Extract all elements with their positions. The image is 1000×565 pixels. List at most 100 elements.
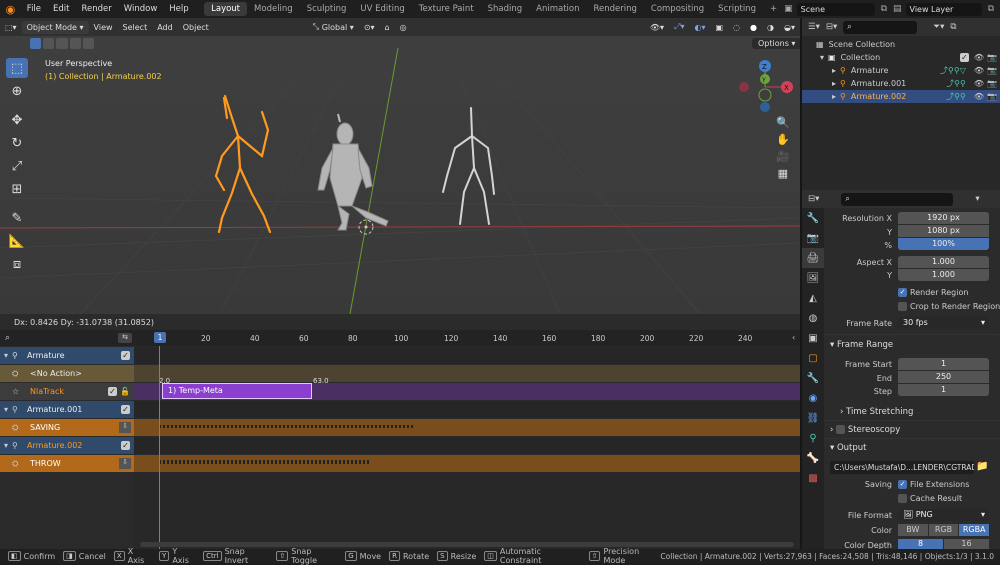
- texture-tab-icon[interactable]: ▩: [802, 468, 824, 488]
- output-panel-header[interactable]: ▾ Output: [830, 443, 867, 453]
- nla-track-nlatrack[interactable]: ☆ NlaTrack ✓ 🔓: [0, 383, 134, 400]
- world-tab-icon[interactable]: ◍: [802, 308, 824, 328]
- aspect-y-field[interactable]: 1.000: [898, 269, 989, 281]
- frame-step-field[interactable]: 1: [898, 384, 989, 396]
- menu-render[interactable]: Render: [76, 4, 118, 14]
- expand-arrow-icon[interactable]: ▾: [0, 405, 12, 414]
- nla-track-saving[interactable]: ⛭ SAVING ⇩: [0, 419, 134, 436]
- zoom-icon[interactable]: 🔍: [776, 116, 790, 129]
- crop-region-checkbox[interactable]: [898, 302, 907, 311]
- blender-logo-icon[interactable]: ◉: [0, 3, 21, 16]
- push-down-icon[interactable]: ⇩: [119, 458, 131, 469]
- expand-arrow-icon[interactable]: ▾: [0, 351, 12, 360]
- tab-sculpting[interactable]: Sculpting: [300, 2, 354, 16]
- overlays-toggle-icon[interactable]: ◐▾: [689, 21, 710, 34]
- color-bw-option[interactable]: BW: [898, 524, 928, 536]
- file-format-dropdown[interactable]: 🖼 PNG ▾: [898, 509, 989, 521]
- xray-toggle-icon[interactable]: ▣: [710, 21, 728, 34]
- color-rgba-option[interactable]: RGBA: [959, 524, 990, 536]
- expand-arrow-icon[interactable]: ▾: [0, 441, 12, 450]
- nla-strip-temp-meta[interactable]: 1) Temp-Meta: [162, 383, 312, 399]
- outliner-item-armature-002[interactable]: ▸ ⚲ Armature.002 ⤴⚲⚲ 👁 📷: [802, 90, 1000, 103]
- filter-toggle-icon[interactable]: ⇆: [118, 333, 132, 343]
- select-invert-icon[interactable]: [69, 38, 81, 49]
- outliner[interactable]: ☰▾ ⊟▾ ⌕ ⏷▾ ⧉ ▦ Scene Collection ▾ ▣ Coll…: [802, 18, 1000, 190]
- 3d-viewport[interactable]: [0, 18, 800, 314]
- select-intersect-icon[interactable]: [82, 38, 95, 49]
- color-depth-8-option[interactable]: 8: [898, 539, 943, 549]
- rotate-tool-icon[interactable]: ↻: [6, 133, 28, 153]
- resolution-y-field[interactable]: 1080 px: [898, 225, 989, 237]
- options-dropdown[interactable]: Options ▾: [752, 38, 802, 49]
- menu-file[interactable]: File: [21, 4, 47, 14]
- current-frame-indicator[interactable]: 1: [154, 332, 166, 343]
- display-mode-icon[interactable]: ⊟▾: [826, 22, 837, 32]
- outliner-scene-collection[interactable]: ▦ Scene Collection: [802, 38, 1000, 51]
- constraints-tab-icon[interactable]: ⛓: [802, 408, 824, 428]
- select-subtract-icon[interactable]: [56, 38, 68, 49]
- viewport-menu-view[interactable]: View: [89, 21, 118, 34]
- shading-rendered-icon[interactable]: ◒▾: [779, 21, 800, 34]
- expand-arrow-icon[interactable]: ▸: [832, 66, 836, 75]
- stereoscopy-panel-header[interactable]: › Stereoscopy: [830, 425, 900, 435]
- tab-texture-paint[interactable]: Texture Paint: [412, 2, 481, 16]
- shading-wireframe-icon[interactable]: ◌: [728, 21, 745, 34]
- view-layer-options-icon[interactable]: ⧉: [988, 4, 994, 14]
- pivot-point-icon[interactable]: ⊙▾: [359, 21, 380, 34]
- tab-animation[interactable]: Animation: [529, 2, 586, 16]
- cache-result-checkbox[interactable]: [898, 494, 907, 503]
- properties-editor-icon[interactable]: ⊟▾: [808, 194, 819, 204]
- tab-shading[interactable]: Shading: [481, 2, 530, 16]
- eye-icon[interactable]: 👁: [974, 92, 984, 101]
- nla-lane[interactable]: [134, 401, 800, 418]
- output-path-field[interactable]: C:\Users\Mustafa\D...LENDER\CGTRADE\: [830, 461, 974, 474]
- outliner-item-armature[interactable]: ▸ ⚲ Armature ⤴⚲⚲▽ 👁 📷: [802, 64, 1000, 77]
- filter-icon[interactable]: ⏷▾: [933, 22, 944, 32]
- tab-rendering[interactable]: Rendering: [586, 2, 643, 16]
- outliner-editor-icon[interactable]: ☰▾: [808, 22, 820, 32]
- nla-track-armature-001[interactable]: ▾ ⚲ Armature.001 ✓: [0, 401, 134, 418]
- scene-selector[interactable]: Scene: [796, 2, 875, 16]
- folder-icon[interactable]: 📁: [976, 461, 988, 472]
- collection-exclude-checkbox[interactable]: ✓: [959, 53, 969, 62]
- scene-tab-icon[interactable]: ◭: [802, 288, 824, 308]
- eye-icon[interactable]: 👁: [974, 66, 984, 75]
- mode-selector[interactable]: Object Mode ▾: [21, 20, 89, 34]
- visibility-icon[interactable]: 👁▾: [645, 21, 669, 34]
- object-tab-icon[interactable]: ▢: [802, 348, 824, 368]
- camera-icon[interactable]: 📷: [987, 79, 997, 88]
- navigation-gizmo[interactable]: Z X Y: [735, 55, 797, 115]
- ortho-grid-icon[interactable]: ▦: [776, 167, 790, 180]
- pan-hand-icon[interactable]: ✋: [776, 133, 790, 146]
- frame-rate-dropdown[interactable]: 30 fps ▾: [898, 317, 989, 329]
- select-new-icon[interactable]: [30, 38, 42, 49]
- view-layer-icon[interactable]: ▤: [893, 4, 902, 14]
- collapse-region-icon[interactable]: ‹: [792, 333, 795, 342]
- add-cube-tool-icon[interactable]: ⧈: [6, 254, 28, 274]
- tool-tab-icon[interactable]: 🔧: [802, 208, 824, 228]
- track-enable-checkbox[interactable]: ✓: [121, 405, 130, 414]
- add-workspace-button[interactable]: +: [763, 2, 784, 16]
- tab-compositing[interactable]: Compositing: [644, 2, 711, 16]
- frame-end-field[interactable]: 250: [898, 371, 989, 383]
- proportional-edit-icon[interactable]: ◎: [395, 21, 412, 34]
- physics-tab-icon[interactable]: ◉: [802, 388, 824, 408]
- move-tool-icon[interactable]: ✥: [6, 110, 28, 130]
- frame-range-panel-header[interactable]: ▾ Frame Range: [830, 340, 893, 350]
- camera-icon[interactable]: 📷: [987, 92, 997, 101]
- nla-lane[interactable]: [134, 365, 800, 382]
- bone-tab-icon[interactable]: 🦴: [802, 448, 824, 468]
- scene-options-icon[interactable]: ⧉: [881, 4, 887, 14]
- resolution-x-field[interactable]: 1920 px: [898, 212, 989, 224]
- nla-track-no-action[interactable]: ⛭ <No Action>: [0, 365, 134, 382]
- annotate-tool-icon[interactable]: ✎: [6, 208, 28, 228]
- tab-uv-editing[interactable]: UV Editing: [353, 2, 411, 16]
- nla-lane[interactable]: [134, 437, 800, 454]
- properties-options-icon[interactable]: ▾: [975, 194, 979, 204]
- modifier-tab-icon[interactable]: 🔧: [802, 368, 824, 388]
- camera-icon[interactable]: 📷: [987, 66, 997, 75]
- render-region-checkbox[interactable]: ✓: [898, 288, 907, 297]
- viewport-menu-add[interactable]: Add: [152, 21, 178, 34]
- armature-data-tab-icon[interactable]: ⚲: [802, 428, 824, 448]
- color-depth-16-option[interactable]: 16: [944, 539, 989, 549]
